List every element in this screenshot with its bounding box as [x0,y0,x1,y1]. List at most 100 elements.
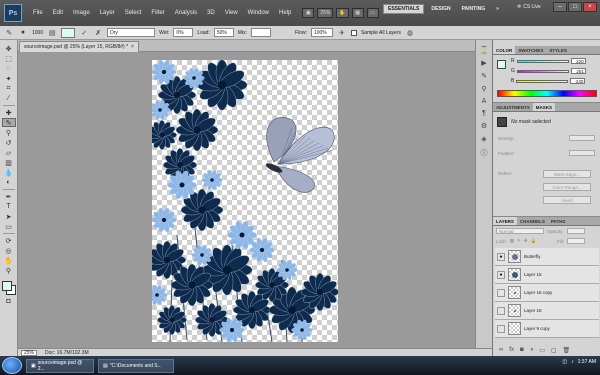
hand-tool-icon[interactable]: ✋ [2,256,16,265]
bridge-icon[interactable]: ▣ [302,8,315,18]
eyedropper-tool-icon[interactable]: ⁄ [2,94,16,103]
link-layers-icon[interactable]: ∞ [499,347,503,354]
menu-edit[interactable]: Edit [48,10,68,16]
blur-tool-icon[interactable]: 💧 [2,168,16,177]
tab-color[interactable]: COLOR [493,46,516,54]
r-slider[interactable] [516,59,569,63]
lock-all-icon[interactable]: 🔒 [531,238,537,244]
tab-adjustments[interactable]: ADJUSTMENTS [493,103,533,111]
tab-styles[interactable]: STYLES [546,46,570,54]
layer-visibility-eye-icon[interactable]: ● [497,252,505,261]
opacity-field[interactable] [566,228,585,234]
actions-icon[interactable]: ▶ [481,59,486,67]
character-icon[interactable]: A [482,98,487,105]
lasso-tool-icon[interactable]: ◌ [2,64,16,73]
paragraph-icon[interactable]: ¶ [482,110,486,117]
crop-tool-icon[interactable]: ⌗ [2,84,16,93]
taskbar-photoshop-item[interactable]: ▣ sourceimage.psd @ 2... [26,358,94,373]
workspace-painting[interactable]: PAINTING [458,4,490,14]
info-icon[interactable]: ⓘ [481,148,488,158]
more-workspaces-button[interactable]: » [492,4,503,14]
menu-filter[interactable]: Filter [146,10,169,16]
fill-field[interactable] [567,238,586,244]
3d-panel-icon[interactable]: ◈ [481,135,486,143]
lock-position-icon[interactable]: ✥ [524,238,528,244]
cs-live-button[interactable]: ✲ CS Live [517,4,541,10]
canvas-workspace[interactable] [18,52,492,348]
menu-file[interactable]: File [28,10,48,16]
pen-tool-icon[interactable]: ✒ [2,192,16,201]
mix-field[interactable] [251,28,272,37]
mixer-brush-tool-icon[interactable]: ✎ [1,118,16,127]
flow-field[interactable]: 100% [310,28,333,37]
close-icon[interactable]: × [583,2,597,12]
menu-layer[interactable]: Layer [95,10,120,16]
layer-row[interactable]: Layer 18 [495,302,599,320]
eraser-tool-icon[interactable]: ▱ [2,148,16,157]
zoom-field[interactable]: 25% [21,349,38,356]
quick-select-tool-icon[interactable]: ✦ [2,74,16,83]
zoom-level-select[interactable]: 25% [317,8,334,18]
menu-window[interactable]: Window [243,10,274,16]
dodge-tool-icon[interactable]: ◐ [2,178,16,187]
blend-mode-select[interactable]: Normal [496,228,544,234]
brush-preset-icon[interactable]: ● [18,28,28,37]
g-value-field[interactable]: 251 [570,68,586,74]
workspace-essentials[interactable]: ESSENTIALS [383,4,425,14]
mask-edge-button[interactable]: Mask Edge... [543,170,591,178]
path-select-tool-icon[interactable]: ➤ [2,212,16,221]
layer-visibility-eye-icon[interactable]: ● [497,270,505,279]
new-layer-icon[interactable]: ▢ [551,347,557,354]
delete-layer-icon[interactable]: 🗑 [563,347,571,354]
new-group-icon[interactable]: ▭ [539,347,545,354]
network-icon[interactable]: ◫ [562,359,567,365]
sample-all-layers-checkbox[interactable] [350,29,357,36]
screen-mode-icon[interactable]: ▭ [366,8,379,18]
history-brush-tool-icon[interactable]: ↺ [2,138,16,147]
b-slider[interactable] [516,79,569,83]
arrange-docs-icon[interactable]: ▦ [351,8,364,18]
clone-stamp-tool-icon[interactable]: ⚲ [2,128,16,137]
wet-field[interactable]: 0% [173,28,194,37]
minimize-icon[interactable]: – [553,2,567,12]
layer-row[interactable]: Layer 9 copy [495,320,599,338]
layer-visibility-eye-icon[interactable] [497,306,505,315]
document-canvas[interactable] [152,60,338,342]
menu-view[interactable]: View [220,10,243,16]
g-slider[interactable] [516,69,569,73]
doc-info[interactable]: Doc: 16.7M/102.3M [45,350,89,356]
tab-paths[interactable]: PATHS [548,217,569,225]
tool-presets-icon[interactable]: ⚙ [481,122,487,130]
clone-source-icon[interactable]: ⚲ [481,85,486,93]
quick-mask-icon[interactable]: ◘ [2,297,16,306]
shape-tool-icon[interactable]: ▭ [2,222,16,231]
color-preview-swatch[interactable] [497,60,506,69]
maximize-icon[interactable]: □ [568,2,582,12]
3d-orbit-tool-icon[interactable]: ◎ [2,246,16,255]
type-tool-icon[interactable]: T [2,202,16,211]
blend-combo-select[interactable]: Dry [107,28,156,37]
add-mask-icon[interactable]: ◙ [520,347,524,354]
taskbar-cmd-item[interactable]: ▤ "C:\Documents and S... [98,358,174,373]
layer-row[interactable]: Layer 18 copy [495,284,599,302]
healing-brush-tool-icon[interactable]: ✚ [2,108,16,117]
layer-row[interactable]: ● Butterfly [495,248,599,266]
color-range-button[interactable]: Color Range... [543,183,591,191]
color-spectrum-bar[interactable] [497,90,597,97]
document-tab[interactable]: sourceimage.psd @ 25% (Layer 15, RGB/8#)… [19,41,139,52]
foreground-color-swatch[interactable] [1,281,12,291]
3d-rotate-tool-icon[interactable]: ⟳ [2,236,16,245]
clock[interactable]: 1:37 AM [578,359,596,365]
close-tab-icon[interactable]: × [131,44,134,50]
current-load-swatch[interactable] [61,27,76,38]
layer-visibility-eye-icon[interactable] [497,288,505,297]
layer-style-icon[interactable]: fx [509,347,514,354]
tab-masks[interactable]: MASKS [532,103,556,111]
brush-icon[interactable]: ✎ [481,72,487,80]
volume-icon[interactable]: ♪ [571,359,574,365]
workspace-design[interactable]: DESIGN [427,4,454,14]
lock-image-icon[interactable]: ✎ [517,238,521,244]
load-brush-icon[interactable]: ✓ [79,28,89,37]
marquee-tool-icon[interactable]: ⬚ [2,54,16,63]
menu-analysis[interactable]: Analysis [170,10,202,16]
